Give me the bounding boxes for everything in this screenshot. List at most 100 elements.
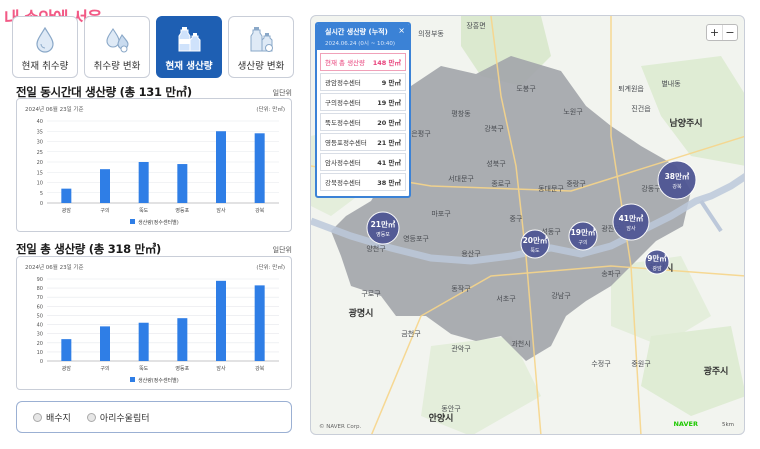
panel-rows: 현재 총 생산량 148 만㎥ 광암정수센터 9 만㎥ 구의정수센터 19 만㎥…	[317, 50, 409, 196]
tab-label: 취수량 변화	[93, 61, 141, 72]
production-bubble[interactable]: 41만㎥ 암사	[612, 203, 650, 241]
bar[interactable]	[177, 318, 188, 361]
water-bottles-change-icon	[250, 27, 273, 52]
bubble-name: 강북	[672, 183, 682, 190]
bar[interactable]	[100, 169, 110, 203]
bar[interactable]	[100, 326, 110, 361]
bar[interactable]	[254, 133, 265, 203]
zoom-controls: + −	[706, 24, 738, 41]
map-place-label: 강남구	[551, 291, 571, 300]
y-tick-label: 30	[37, 332, 43, 338]
map-place-label: 용산구	[461, 249, 481, 258]
map-place-label: 은평구	[411, 129, 431, 138]
map-copyright: © NAVER Corp.	[319, 424, 362, 430]
row-label: 구의정수센터	[325, 99, 361, 107]
y-tick-label: 90	[37, 277, 43, 283]
chart-subtitle: 2024년 06월 23일 기준	[25, 105, 84, 113]
row-label: 뚝도정수센터	[325, 119, 361, 127]
map-place-label: 별내동	[661, 79, 681, 88]
bar[interactable]	[216, 280, 226, 361]
panel-row: 광암정수센터 9 만㎥	[320, 73, 406, 91]
panel-row: 암사정수센터 41 만㎥	[320, 153, 406, 171]
tab-current-intake[interactable]: 현재 취수량	[12, 16, 78, 78]
x-tick-label: 뚝도	[139, 366, 149, 372]
production-bubble[interactable]: 38만㎥ 강북	[657, 160, 697, 200]
water-bottles-icon	[178, 27, 201, 52]
y-tick-label: 0	[40, 201, 43, 207]
map-layer-toggles: 배수지 아리수울림터	[16, 401, 292, 433]
bubble-name: 구의	[578, 239, 587, 246]
tab-current-production[interactable]: 현재 생산량	[156, 16, 222, 78]
y-tick-label: 70	[37, 295, 43, 301]
legend-swatch	[130, 377, 135, 382]
chart-legend: 생산량(정수센터별)	[130, 377, 179, 384]
park-area	[641, 56, 744, 166]
seoul-map[interactable]: 장흥면 도봉구 노원구 강북구 성북구 중랑구 동대문구 종로구 서대문구 마포구 용산구 중구 성동구…	[310, 15, 745, 435]
map-place-label: 구로구	[361, 290, 381, 298]
production-bubble[interactable]: 20만㎥ 뚝도	[520, 229, 550, 259]
bubble-value: 19만㎥	[571, 227, 596, 237]
row-value: 38 만㎥	[377, 179, 401, 187]
bubble-name: 암사	[626, 225, 636, 232]
panel-header: 실시간 생산량 (누적) 2024.06.24 (0시 ~ 10:40) ×	[317, 24, 409, 50]
bar-chart-hourly: 2024년 06월 23일 기준 (단위: 만㎥) 0 5 10 15 20 25 30 35 40…	[25, 105, 285, 226]
close-icon[interactable]: ×	[398, 26, 405, 35]
zoom-in-button[interactable]: +	[707, 25, 722, 40]
map-place-label: 성북구	[486, 159, 506, 168]
bar[interactable]	[216, 131, 226, 203]
arisu-center-toggle[interactable]: 아리수울림터	[86, 411, 150, 424]
map-place-label: 종로구	[491, 180, 511, 188]
bar[interactable]	[138, 162, 149, 203]
y-tick-label: 10	[37, 181, 43, 187]
bar[interactable]	[61, 188, 72, 203]
y-tick-label: 20	[37, 160, 43, 166]
y-tick-label: 0	[40, 359, 43, 365]
bar[interactable]	[138, 322, 149, 361]
bar[interactable]	[61, 339, 72, 361]
radio-icon	[33, 412, 42, 422]
tab-intake-change[interactable]: 취수량 변화	[84, 16, 150, 78]
tab-label: 생산량 변화	[237, 61, 285, 72]
tab-label: 현재 취수량	[21, 61, 69, 72]
map-place-label: 수정구	[591, 359, 611, 368]
map-place-label: 중구	[510, 215, 523, 223]
zoom-out-button[interactable]: −	[722, 25, 737, 40]
bar[interactable]	[254, 285, 265, 361]
map-place-label: 강북구	[484, 124, 504, 133]
x-tick-label: 구의	[100, 207, 109, 214]
section-unit-hourly: 일단위	[272, 89, 292, 97]
row-value: 41 만㎥	[377, 159, 401, 167]
production-bubble[interactable]: 21만㎥ 영등포	[366, 211, 400, 245]
x-tick-label: 강북	[255, 365, 265, 372]
map-place-label: 도봉구	[516, 85, 536, 93]
y-tick-label: 5	[40, 191, 43, 197]
legend-label: 생산량(정수센터별)	[138, 377, 179, 384]
y-tick-label: 10	[37, 350, 43, 356]
y-tick-label: 40	[37, 119, 43, 125]
park-area	[641, 326, 744, 416]
chart-daily-production: 2024년 06월 23일 기준 (단위: 만㎥) 0 10 20 30 40 50 60 70 8…	[16, 256, 292, 390]
bubble-value: 38만㎥	[665, 171, 690, 181]
y-tick-label: 40	[37, 323, 43, 329]
y-tick-label: 80	[37, 286, 43, 292]
production-bubble[interactable]: 19만㎥ 구의	[568, 221, 598, 251]
bar[interactable]	[177, 164, 188, 203]
map-place-label: 동작구	[451, 284, 471, 293]
row-value: 20 만㎥	[377, 119, 401, 127]
x-tick-label: 영등포	[175, 207, 189, 214]
panel-row: 영등포정수센터 21 만㎥	[320, 133, 406, 151]
y-tick-label: 25	[37, 150, 43, 156]
map-place-label: 서초구	[496, 294, 516, 303]
production-bubble[interactable]: 9만㎥ 광암	[644, 249, 670, 275]
map-place-label: 광명시	[349, 307, 374, 319]
panel-subtitle: 2024.06.24 (0시 ~ 10:40)	[325, 41, 396, 47]
map-place-label: 동대문구	[538, 185, 564, 193]
map-place-label: 안양시	[429, 412, 454, 424]
map-scale: 5km	[721, 422, 734, 428]
tab-production-change[interactable]: 생산량 변화	[228, 16, 294, 78]
row-label: 광암정수센터	[325, 79, 361, 87]
chart-unit: (단위: 만㎥)	[256, 263, 285, 271]
panel-row: 구의정수센터 19 만㎥	[320, 93, 406, 111]
reservoir-toggle[interactable]: 배수지	[33, 411, 71, 424]
panel-row-total: 현재 총 생산량 148 만㎥	[320, 53, 406, 71]
